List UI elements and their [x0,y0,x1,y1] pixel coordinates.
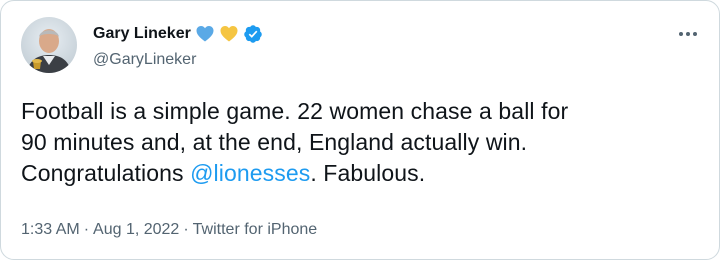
more-options-button[interactable] [675,23,701,45]
tweet-text-line: Football is a simple game. 22 women chas… [21,98,569,124]
more-dot-icon [679,32,683,36]
yellow-heart-icon [220,26,238,42]
tweet-card[interactable]: Gary Lineker @GaryLineker Football is a … [0,0,720,260]
mention-link[interactable]: @lionesses [190,160,310,186]
more-dot-icon [686,32,690,36]
author-name-row: Gary Lineker [93,23,263,45]
tweet-source[interactable]: Twitter for iPhone [193,219,318,241]
tweet-date[interactable]: Aug 1, 2022 [93,219,179,241]
tweet-meta: 1:33 AM · Aug 1, 2022 · Twitter for iPho… [21,219,317,241]
tweet-time[interactable]: 1:33 AM [21,219,80,241]
tweet-text-line: 90 minutes and, at the end, England actu… [21,129,528,155]
tweet-text-segment: . Fabulous. [310,160,426,186]
meta-separator: · [83,221,90,238]
tweet-text-segment: Congratulations [21,160,191,186]
more-dot-icon [693,32,697,36]
tweet-text: Football is a simple game. 22 women chas… [21,96,701,189]
author-display-name[interactable]: Gary Lineker [93,23,191,45]
avatar[interactable] [21,17,77,73]
blue-heart-icon [196,26,214,42]
author-handle[interactable]: @GaryLineker [93,49,196,71]
tweet-text-line: Congratulations @lionesses. Fabulous. [21,158,701,189]
meta-separator: · [183,221,189,238]
verified-badge-icon [244,25,262,43]
